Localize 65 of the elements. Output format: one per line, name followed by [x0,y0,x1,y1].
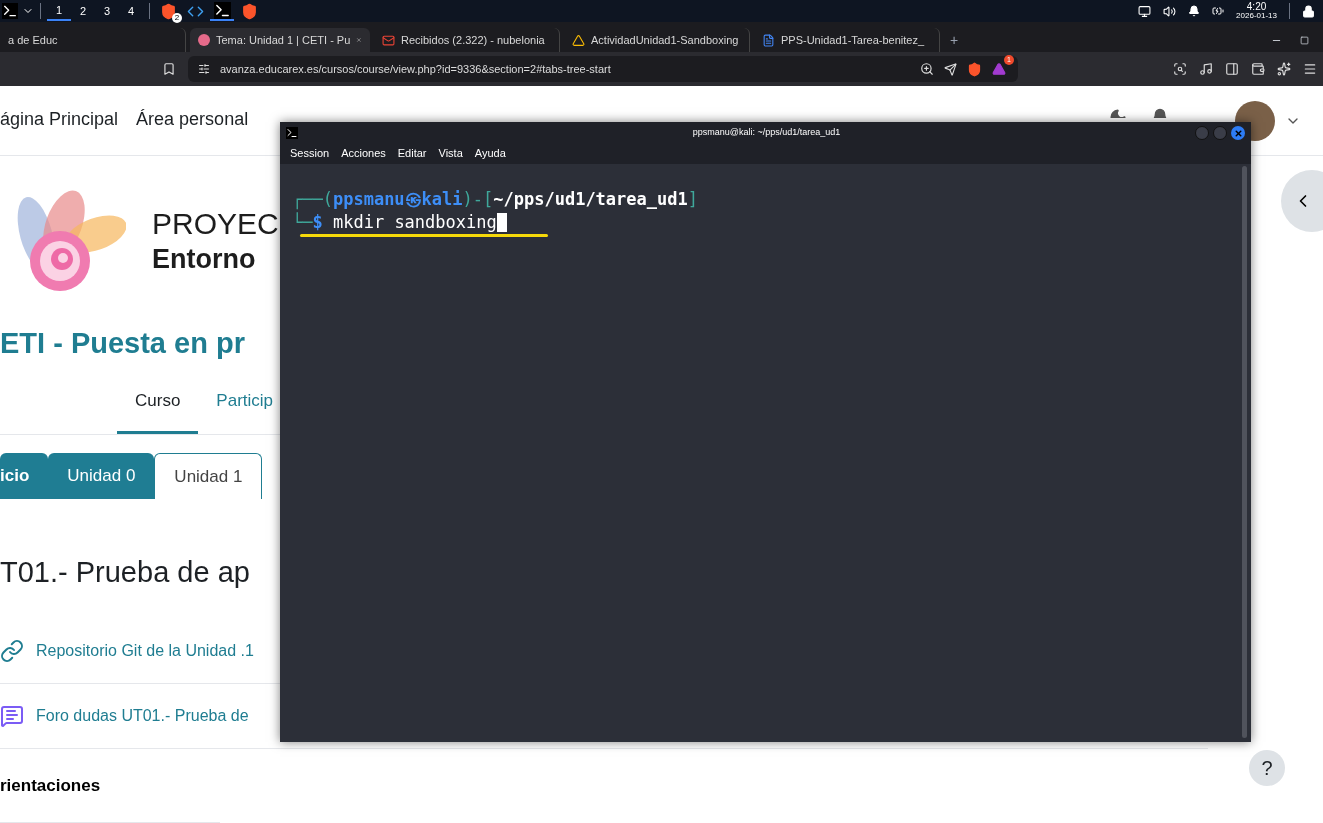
subsection-title: rientaciones [0,774,101,797]
unit-tab[interactable]: icio [0,453,49,499]
menu-item[interactable]: Ayuda [474,144,506,162]
link-icon [0,638,24,663]
menu-item[interactable]: Acciones [341,144,386,162]
maximize-icon[interactable] [1300,35,1309,45]
new-tab-button[interactable]: + [944,28,965,52]
site-title: PROYEC [152,206,279,243]
taskbar-app[interactable]: 2 [156,1,180,21]
chat-icon [0,703,24,728]
music-icon[interactable] [1199,62,1213,76]
mail-icon [382,33,395,47]
clock-date: 2026-01-13 [1236,11,1277,20]
terminal-line: ┌──(ppsmanu㉿kali)-[~/pps/ud1/tarea_ud1] [292,188,698,211]
course-tab[interactable]: Particip [198,385,274,434]
terminal-icon [2,3,18,19]
taskbar-app[interactable] [210,1,234,21]
terminal-icon [286,127,298,139]
nav-link[interactable]: Área personal [136,106,249,133]
terminal-line: └─$ mkdir sandboxing [292,211,507,234]
workspace-button[interactable]: 3 [95,1,119,21]
menu-item[interactable]: Vista [438,144,463,162]
unit-tab[interactable]: Unidad 0 [48,453,155,499]
bell-icon[interactable] [1188,5,1201,17]
activity-link[interactable]: Repositorio Git de la Unidad .1 [36,638,254,663]
display-icon[interactable] [1138,4,1152,18]
menu-icon[interactable] [1303,62,1317,76]
tab-title: Recibidos (2.322) - nubelonia [401,32,545,48]
wallet-icon[interactable] [1251,62,1265,76]
menu-item[interactable]: Session [290,144,330,162]
window-title: ppsmanu@kali: ~/pps/ud1/tarea_ud1 [692,126,841,140]
lock-icon[interactable] [1302,4,1315,18]
sparkle-icon[interactable] [1277,62,1291,76]
tab-title: PPS-Unidad1-Tarea-benitez_ [781,32,925,48]
workspace-button[interactable]: 4 [119,1,143,21]
sidebar-icon[interactable] [1225,62,1239,76]
tab-title: ActividadUnidad1-Sandboxing [591,32,739,48]
send-icon[interactable] [944,62,957,76]
workspace-button[interactable]: 2 [71,1,95,21]
clock-time: 4:20 [1246,2,1267,11]
section-title: T01.- Prueba de ap [0,555,250,590]
course-title: ETI - Puesta en pr [0,326,245,361]
bookmark-icon[interactable] [162,62,176,76]
close-button[interactable] [1231,126,1245,140]
speaker-icon[interactable] [1163,4,1177,18]
close-icon [1233,128,1243,138]
site-subtitle: Entorno [152,242,256,276]
unit-tab[interactable]: Unidad 1 [154,453,263,499]
document-icon [762,33,775,47]
nav-link[interactable]: ágina Principal [0,106,119,133]
triangle-icon [572,33,585,47]
text-cursor [496,213,507,232]
terminal-icon [213,1,231,19]
browser-tab[interactable]: Tema: Unidad 1 | CETI - Pu [190,28,370,52]
course-tab[interactable]: Curso [117,385,199,434]
tab-title: Tema: Unidad 1 | CETI - Pu [216,32,351,48]
site-settings-icon[interactable] [198,63,210,75]
triangle-icon[interactable] [992,62,1006,76]
zoom-icon[interactable] [920,62,934,76]
help-button[interactable]: ? [1249,750,1285,786]
activity-link[interactable]: Foro dudas UT01.- Prueba de [36,703,249,728]
screenshot-icon[interactable] [1173,62,1187,76]
tab-title: a de Educ [8,32,58,48]
menu-item[interactable]: Editar [397,144,427,162]
count-badge: 2 [172,13,182,23]
